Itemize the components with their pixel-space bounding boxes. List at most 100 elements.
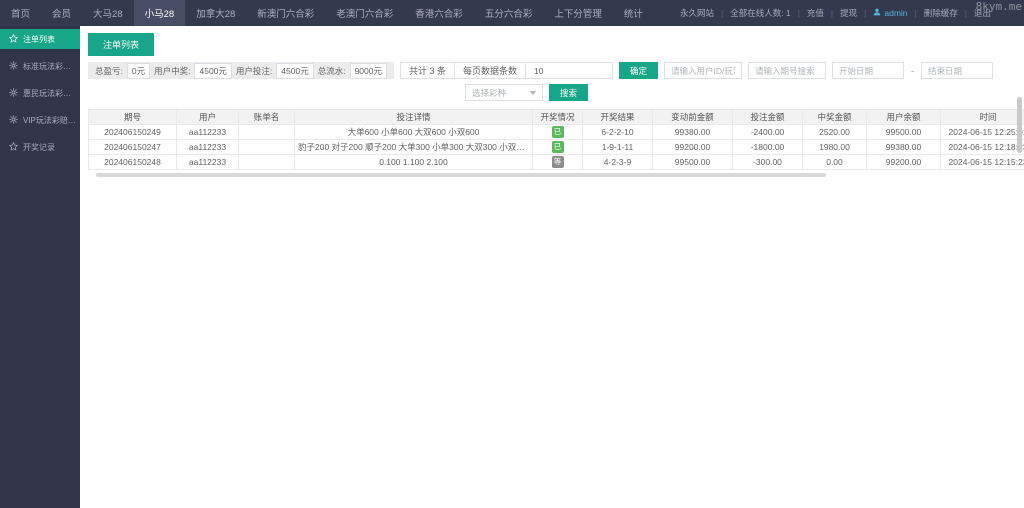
filter-row-1: 总盈亏: 0元 用户中奖: 4500元 用户投注: 4500元 总流水: 9000元 共计 3… — [88, 62, 1016, 79]
stat-label: 总流水: — [317, 65, 346, 76]
sidebar-item-开奖记录[interactable]: 开奖记录 — [0, 137, 80, 157]
cell-detail: 大单600 小单600 大双600 小双600 — [294, 124, 533, 140]
cell-before: 99500.00 — [652, 154, 733, 170]
lottery-select[interactable]: 选择彩种 — [465, 84, 543, 101]
sidebar-item-label: 注单列表 — [23, 34, 55, 44]
star-icon — [8, 141, 19, 153]
lottery-select-value: 选择彩种 — [472, 87, 507, 98]
nav-item-大马28[interactable]: 大马28 — [82, 0, 134, 26]
column-header-用户: 用户 — [176, 109, 239, 125]
stat-label: 用户中奖: — [154, 65, 191, 76]
nav-item-新澳门六合彩[interactable]: 新澳门六合彩 — [246, 0, 325, 26]
sidebar-item-label: 惠民玩法彩赔率... — [23, 88, 76, 98]
cell-balance: 99200.00 — [866, 154, 941, 170]
column-header-投注详情: 投注详情 — [294, 109, 533, 125]
nav-item-首页[interactable]: 首页 — [0, 0, 41, 26]
column-header-用户余额: 用户余额 — [866, 109, 941, 125]
watermark: 8kym.me — [975, 0, 1022, 13]
cell-user: aa112233 — [176, 139, 239, 155]
column-header-中奖金额: 中奖金额 — [802, 109, 867, 125]
stat-value: 4500元 — [194, 62, 232, 79]
draw-status-badge[interactable]: 已 — [551, 141, 564, 153]
navbar-link-充值[interactable]: 充值 — [800, 7, 831, 19]
cell-issue: 202406150248 — [88, 154, 177, 170]
stat-value: 9000元 — [349, 62, 387, 79]
navbar-link-删除缓存[interactable]: 删除缓存 — [917, 7, 965, 19]
cell-detail: 0.100 1.100 2.100 — [294, 154, 533, 170]
top-navbar: 首页 会员 大马28 小马28 加拿大28 新澳门六合彩 老澳门六合彩 香港六合彩 五分六合彩上… — [0, 0, 1024, 26]
sidebar: 注单列表标准玩法彩赔率... 惠民玩法彩赔率... VIP玩法彩赔率设... 开奖记录 — [0, 26, 80, 508]
cell-user: aa112233 — [176, 154, 239, 170]
end-date-input[interactable] — [921, 62, 994, 79]
stat-label: 用户投注: — [235, 65, 273, 76]
draw-status-badge[interactable]: 已 — [551, 126, 564, 138]
cell-win: 1980.00 — [802, 139, 867, 155]
nav-item-五分六合彩[interactable]: 五分六合彩 — [474, 0, 544, 26]
per-page-label: 每页数据条数 — [454, 63, 525, 78]
column-header-投注金额: 投注金额 — [732, 109, 803, 125]
orders-table-wrap: 期号 用户 账单名 投注详情 开奖情况 开奖结果 变动前金额 投注金额 中奖金额 用户余额 时间 2… — [88, 109, 1024, 177]
cell-issue: 202406150247 — [88, 139, 177, 155]
tab-row: 注单列表 — [80, 26, 1024, 62]
main-menu: 首页 会员 大马28 小马28 加拿大28 新澳门六合彩 老澳门六合彩 香港六合彩 五分六合彩上… — [0, 0, 654, 26]
tab-order-list[interactable]: 注单列表 — [88, 33, 155, 56]
table-header-row: 期号 用户 账单名 投注详情 开奖情况 开奖结果 变动前金额 投注金额 中奖金额 用户余额 时间 — [88, 109, 1024, 125]
gear-icon — [9, 114, 18, 126]
navbar-link-全部在线人数: 1: 全部在线人数: 1 — [730, 8, 791, 18]
nav-item-上下分管理[interactable]: 上下分管理 — [543, 0, 613, 26]
sidebar-item-惠民玩法彩赔率...[interactable]: 惠民玩法彩赔率... — [0, 83, 80, 103]
navbar-right: 永久网站 | 全部在线人数: 1 | 充值 | 提现 | admin | 删除缓存 | 退出 — [673, 0, 1024, 26]
nav-item-香港六合彩[interactable]: 香港六合彩 — [404, 0, 474, 26]
gear-icon — [9, 60, 18, 72]
sidebar-item-label: 开奖记录 — [23, 142, 55, 152]
cell-bet: -1800.00 — [732, 139, 803, 155]
horizontal-scrollbar[interactable] — [96, 173, 826, 177]
confirm-button[interactable]: 确定 — [619, 62, 659, 79]
cell-balance: 99380.00 — [866, 139, 941, 155]
sidebar-item-VIP玩法彩赔率设...[interactable]: VIP玩法彩赔率设... — [0, 110, 80, 130]
cell-win: 2520.00 — [802, 124, 867, 140]
cell-bet: -2400.00 — [732, 124, 803, 140]
vertical-scrollbar[interactable] — [1017, 97, 1022, 153]
cell-status: 已 — [532, 139, 583, 155]
start-date-input[interactable] — [832, 62, 905, 79]
navbar-link-提现[interactable]: 提现 — [833, 7, 864, 19]
cell-time: 2024-06-15 12:18:23 — [940, 139, 1024, 155]
user-search-input[interactable] — [664, 62, 743, 79]
cell-account — [238, 154, 295, 170]
nav-item-加拿大28[interactable]: 加拿大28 — [185, 0, 246, 26]
cell-win: 0.00 — [802, 154, 867, 170]
star-icon — [8, 33, 19, 45]
draw-status-badge[interactable]: 等 — [551, 156, 564, 168]
cell-issue: 202406150249 — [88, 124, 177, 140]
column-header-开奖结果: 开奖结果 — [582, 109, 653, 125]
cell-before: 99200.00 — [652, 139, 733, 155]
navbar-link-永久网站[interactable]: 永久网站 — [673, 7, 721, 19]
column-header-时间: 时间 — [940, 109, 1024, 125]
nav-item-会员[interactable]: 会员 — [41, 0, 82, 26]
gear-icon — [9, 87, 18, 99]
admin-user-menu[interactable]: admin — [866, 8, 914, 18]
nav-item-老澳门六合彩[interactable]: 老澳门六合彩 — [325, 0, 404, 26]
cell-status: 已 — [532, 124, 583, 140]
nav-item-小马28[interactable]: 小马28 — [133, 0, 186, 26]
cell-time: 2024-06-15 12:25:01 — [940, 124, 1024, 140]
cell-user: aa112233 — [176, 124, 239, 140]
column-header-开奖情况: 开奖情况 — [532, 109, 583, 125]
cell-bet: -300.00 — [732, 154, 803, 170]
filter-row-2: 选择彩种 搜索 — [465, 84, 1016, 101]
cell-detail: 豹子200 对子200 顺子200 大单300 小单300 大双300 小双30… — [294, 139, 533, 155]
per-page-input[interactable] — [534, 65, 605, 76]
sidebar-item-标准玩法彩赔率...[interactable]: 标准玩法彩赔率... — [0, 56, 80, 76]
sidebar-item-注单列表[interactable]: 注单列表 — [0, 29, 80, 49]
orders-table: 期号 用户 账单名 投注详情 开奖情况 开奖结果 变动前金额 投注金额 中奖金额 用户余额 时间 2… — [88, 109, 1024, 170]
issue-search-input[interactable] — [748, 62, 827, 79]
nav-item-统计[interactable]: 统计 — [613, 0, 654, 26]
sidebar-item-label: 标准玩法彩赔率... — [23, 61, 76, 71]
cell-account — [238, 124, 295, 140]
stat-value: 0元 — [126, 62, 151, 79]
total-count-label: 共计 3 条 — [409, 66, 447, 76]
search-button[interactable]: 搜索 — [549, 84, 589, 101]
user-icon — [873, 8, 881, 18]
stat-value: 4500元 — [276, 62, 314, 79]
